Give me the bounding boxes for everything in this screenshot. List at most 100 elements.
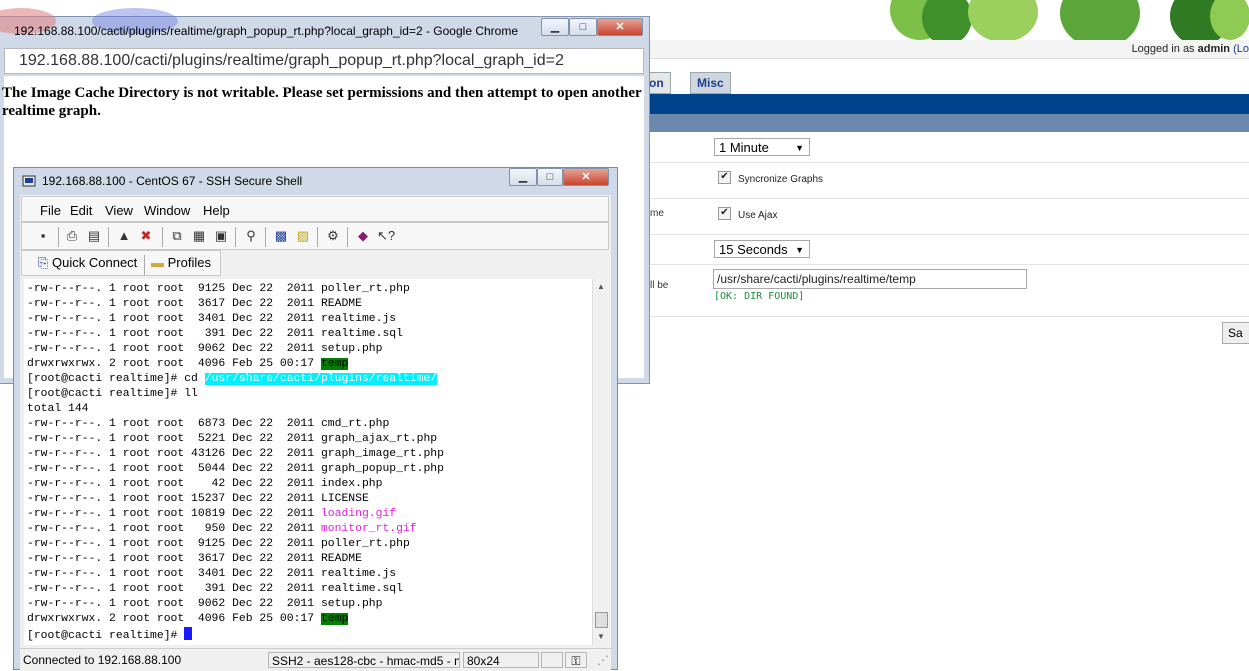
terminal-filename: setup.php xyxy=(320,343,383,355)
terminal-filename: README xyxy=(320,553,362,565)
terminal-line: -rw-r--r--. 1 root root 3617 Dec 22 2011… xyxy=(27,297,444,312)
address-bar[interactable]: 192.168.88.100/cacti/plugins/realtime/gr… xyxy=(4,48,644,74)
toolbar-divider xyxy=(347,227,348,247)
logged-in-text: Logged in as xyxy=(1131,43,1195,55)
terminal-filename: LICENSE xyxy=(320,493,369,505)
terminal-filename: monitor_rt.gif xyxy=(320,523,417,535)
logout-link[interactable]: (Lo xyxy=(1233,43,1249,55)
new-file-transfer-icon[interactable]: ▨ xyxy=(295,228,311,244)
terminal-filename: README xyxy=(320,298,362,310)
terminal-line: drwxrwxrwx. 2 root root 4096 Feb 25 00:1… xyxy=(27,357,444,372)
chevron-down-icon: ▼ xyxy=(795,245,804,255)
terminal-line-text: -rw-r--r--. 1 root root 950 Dec 22 2011 xyxy=(27,523,321,535)
profiles-button[interactable]: ▬ Profiles xyxy=(151,255,211,270)
cacti-banner xyxy=(650,0,1249,40)
ssh-menubar: File Edit View Window Help xyxy=(21,196,609,222)
quick-connect-label: Quick Connect xyxy=(52,255,138,270)
terminal-line: -rw-r--r--. 1 root root 391 Dec 22 2011 … xyxy=(27,327,444,342)
settings-icon[interactable]: ⚙ xyxy=(325,228,341,244)
terminal-filename: realtime.sql xyxy=(320,328,403,340)
menu-view[interactable]: View xyxy=(105,203,133,218)
close-button[interactable]: ✕ xyxy=(597,18,643,36)
scroll-up-icon[interactable]: ▲ xyxy=(593,279,609,295)
minimize-button[interactable]: ▁ xyxy=(541,18,569,36)
terminal-filename: poller_rt.php xyxy=(320,283,410,295)
menu-help[interactable]: Help xyxy=(203,203,230,218)
terminal-line: -rw-r--r--. 1 root root 43126 Dec 22 201… xyxy=(27,447,444,462)
tab-misc[interactable]: Misc xyxy=(690,72,731,94)
sync-graphs-label: Syncronize Graphs xyxy=(738,174,824,185)
whats-this-icon[interactable]: ↖? xyxy=(377,228,395,244)
terminal-line-text: -rw-r--r--. 1 root root 391 Dec 22 2011 xyxy=(27,328,321,340)
terminal-line: -rw-r--r--. 1 root root 5044 Dec 22 2011… xyxy=(27,462,444,477)
username: admin xyxy=(1197,43,1231,55)
maximize-button[interactable]: □ xyxy=(569,18,597,36)
sync-graphs-checkbox[interactable]: ✔ xyxy=(718,171,731,184)
timespan-value: 1 Minute xyxy=(719,140,769,155)
terminal-line: -rw-r--r--. 1 root root 9125 Dec 22 2011… xyxy=(27,282,444,297)
close-button[interactable]: ✕ xyxy=(563,168,609,186)
terminal-line-text: -rw-r--r--. 1 root root 6873 Dec 22 2011 xyxy=(27,418,321,430)
terminal-filename: graph_image_rt.php xyxy=(320,448,444,460)
settings-subheader-bar xyxy=(650,114,1249,132)
refresh-interval-select[interactable]: 15 Seconds ▼ xyxy=(714,240,810,258)
maximize-button[interactable]: □ xyxy=(537,168,563,186)
terminal-line: -rw-r--r--. 1 root root 9125 Dec 22 2011… xyxy=(27,537,444,552)
save-icon[interactable]: ▪ xyxy=(35,228,51,244)
terminal-line: -rw-r--r--. 1 root root 5221 Dec 22 2011… xyxy=(27,432,444,447)
menu-edit[interactable]: Edit xyxy=(70,203,92,218)
terminal-size: 80x24 xyxy=(463,652,539,668)
find-icon[interactable]: ⚲ xyxy=(243,228,259,244)
cipher-status: SSH2 - aes128-cbc - hmac-md5 - nc xyxy=(268,652,460,668)
terminal-line-text: [root@cacti realtime]# cd xyxy=(27,373,205,385)
terminal-filename: realtime.sql xyxy=(320,583,403,595)
print-icon[interactable]: ⎙ xyxy=(64,228,80,244)
terminal-line-text: -rw-r--r--. 1 root root 3401 Dec 22 2011 xyxy=(27,568,321,580)
resize-grip-icon[interactable]: ⋰ xyxy=(589,652,609,668)
new-terminal-icon[interactable]: ▩ xyxy=(273,228,289,244)
terminal-filename: /usr/share/cacti/plugins/realtime/ xyxy=(204,373,438,385)
terminal-line: total 144 xyxy=(27,402,444,417)
terminal-lines: -rw-r--r--. 1 root root 9125 Dec 22 2011… xyxy=(27,282,444,642)
terminal-line-text: -rw-r--r--. 1 root root 9062 Dec 22 2011 xyxy=(27,598,321,610)
terminal-filename: setup.php xyxy=(320,598,383,610)
print-preview-icon[interactable]: ▤ xyxy=(86,228,102,244)
terminal-output[interactable]: -rw-r--r--. 1 root root 9125 Dec 22 2011… xyxy=(24,279,592,645)
profiles-toolbar: ⎘ Quick Connect ▬ Profiles xyxy=(21,250,221,276)
terminal-line: drwxrwxrwx. 2 root root 4096 Feb 25 00:1… xyxy=(27,612,444,627)
terminal-filename: cmd_rt.php xyxy=(320,418,390,430)
terminal-line-text: -rw-r--r--. 1 root root 3401 Dec 22 2011 xyxy=(27,313,321,325)
paste-icon[interactable]: ▦ xyxy=(191,228,207,244)
terminal-filename: temp xyxy=(320,358,349,370)
terminal-line-text: -rw-r--r--. 1 root root 10819 Dec 22 201… xyxy=(27,508,321,520)
menu-window[interactable]: Window xyxy=(144,203,190,218)
connect-icon[interactable]: ▲ xyxy=(116,228,132,244)
scroll-down-icon[interactable]: ▼ xyxy=(593,629,609,645)
menu-file[interactable]: File xyxy=(40,203,61,218)
scroll-thumb[interactable] xyxy=(595,612,608,628)
terminal-scrollbar[interactable]: ▲ ▼ xyxy=(592,279,609,645)
ssh-app-icon xyxy=(22,174,36,188)
help-book-icon[interactable]: ◆ xyxy=(355,228,371,244)
terminal-line-text: -rw-r--r--. 1 root root 3617 Dec 22 2011 xyxy=(27,298,321,310)
terminal-line-text: -rw-r--r--. 1 root root 15237 Dec 22 201… xyxy=(27,493,321,505)
login-status: Logged in as admin (Lo xyxy=(650,40,1249,59)
cache-directory-input[interactable]: /usr/share/cacti/plugins/realtime/temp xyxy=(713,269,1027,289)
disconnect-icon[interactable]: ✖ xyxy=(138,228,154,244)
use-ajax-checkbox[interactable]: ✔ xyxy=(718,207,731,220)
row-label-fragment: ll be xyxy=(650,280,669,291)
save-button[interactable]: Sa xyxy=(1222,322,1249,344)
copy-icon[interactable]: ⧉ xyxy=(169,228,185,244)
terminal-filename: loading.gif xyxy=(320,508,397,520)
paste-special-icon[interactable]: ▣ xyxy=(213,228,229,244)
terminal-line: -rw-r--r--. 1 root root 6873 Dec 22 2011… xyxy=(27,417,444,432)
timespan-select[interactable]: 1 Minute ▼ xyxy=(714,138,810,156)
toolbar-divider xyxy=(265,227,266,247)
connection-status: Connected to 192.168.88.100 xyxy=(23,653,182,667)
terminal-line-text: -rw-r--r--. 1 root root 43126 Dec 22 201… xyxy=(27,448,321,460)
cache-directory-value: /usr/share/cacti/plugins/realtime/temp xyxy=(717,272,916,286)
minimize-button[interactable]: ▁ xyxy=(509,168,537,186)
quick-connect-button[interactable]: ⎘ Quick Connect xyxy=(38,255,137,271)
quick-connect-icon: ⎘ xyxy=(38,255,49,270)
terminal-line: -rw-r--r--. 1 root root 42 Dec 22 2011 i… xyxy=(27,477,444,492)
